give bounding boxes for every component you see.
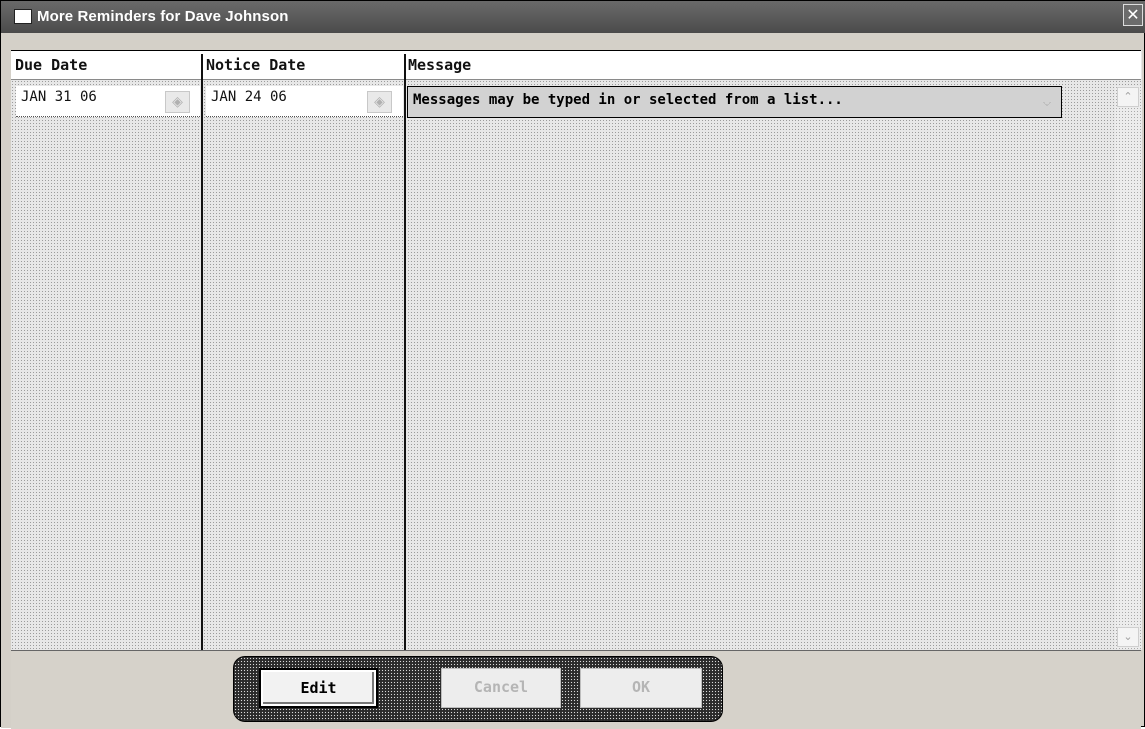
due-date-cell[interactable]: JAN 31 06 ◈ <box>16 86 200 117</box>
vertical-scrollbar[interactable]: ⌃ ⌄ <box>1115 86 1142 649</box>
ok-button[interactable]: OK <box>580 668 702 708</box>
window-icon <box>14 9 32 24</box>
column-header-due-date[interactable]: Due Date <box>15 56 87 74</box>
calendar-icon[interactable]: ◈ <box>165 91 190 113</box>
reminders-grid[interactable] <box>11 50 1142 650</box>
message-input[interactable]: Messages may be typed in or selected fro… <box>413 92 843 108</box>
chevron-down-icon[interactable]: ⌵ <box>1037 92 1057 112</box>
window-left-border <box>1 33 11 728</box>
notice-date-cell[interactable]: JAN 24 06 ◈ <box>206 86 403 117</box>
title-bar[interactable]: More Reminders for Dave Johnson ✕ <box>1 1 1145 33</box>
column-divider <box>201 54 203 650</box>
notice-date-value: JAN 24 06 <box>211 89 287 105</box>
column-header-notice-date[interactable]: Notice Date <box>206 56 305 74</box>
cancel-button[interactable]: Cancel <box>441 668 561 708</box>
scroll-down-icon[interactable]: ⌄ <box>1117 627 1139 647</box>
edit-button[interactable]: Edit <box>259 668 378 708</box>
window-title: More Reminders for Dave Johnson <box>37 8 289 25</box>
due-date-value: JAN 31 06 <box>21 89 97 105</box>
calendar-icon[interactable]: ◈ <box>367 91 392 113</box>
message-combobox[interactable]: Messages may be typed in or selected fro… <box>407 86 1062 118</box>
close-button[interactable]: ✕ <box>1123 4 1143 26</box>
scroll-up-icon[interactable]: ⌃ <box>1117 87 1139 107</box>
column-header-message[interactable]: Message <box>408 56 471 74</box>
table-header: Due Date Notice Date Message <box>11 50 1141 80</box>
reminders-window: More Reminders for Dave Johnson ✕ Due Da… <box>0 0 1145 729</box>
column-divider <box>404 54 406 650</box>
